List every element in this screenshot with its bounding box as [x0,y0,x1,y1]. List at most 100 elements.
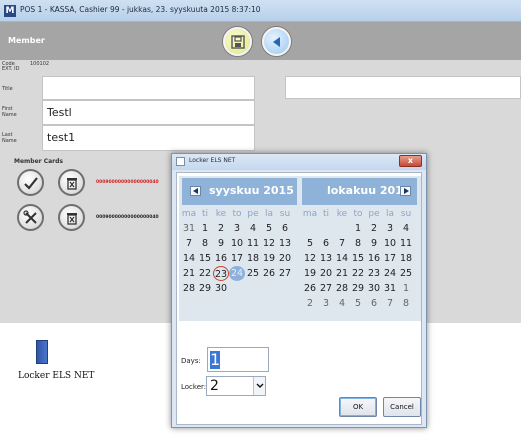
calendar-day[interactable]: 5 [261,221,277,236]
calendar-day[interactable]: 30 [366,281,382,296]
calendar-day[interactable]: 2 [302,296,318,311]
calendar-day[interactable]: 22 [350,266,366,281]
dialog-titlebar: Locker ELS NET x [172,154,426,170]
save-button[interactable] [223,27,252,56]
calendar-day[interactable]: 6 [366,296,382,311]
calendar-day[interactable]: 27 [277,266,293,281]
calendar-day[interactable]: 24 [229,266,245,281]
cancel-button[interactable]: Cancel [383,397,421,417]
calendar-day[interactable]: 8 [197,236,213,251]
weekday-left-su: su [279,209,291,219]
calendar-day[interactable]: 23 [213,266,229,281]
calendar-day[interactable]: 14 [181,251,197,266]
calendar-day[interactable]: 19 [261,251,277,266]
calendar-day[interactable]: 16 [213,251,229,266]
calendar-day[interactable]: 29 [197,281,213,296]
calendar-day[interactable]: 6 [318,236,334,251]
approve-card-button[interactable] [17,169,44,196]
last-name-field[interactable]: test1 [42,125,255,151]
calendar-day[interactable]: 4 [398,221,414,236]
locker-dialog: Locker ELS NET x syyskuu 2015 lokakuu 20… [171,153,427,428]
calendar-day[interactable]: 28 [334,281,350,296]
back-button[interactable] [262,27,291,56]
tools-card-button[interactable] [17,204,44,231]
calendar-day[interactable]: 10 [382,236,398,251]
calendar-day[interactable]: 2 [366,221,382,236]
first-name-field[interactable]: Testl [42,100,255,125]
trash-icon [67,213,77,225]
calendar-day[interactable]: 22 [197,266,213,281]
days-input-field[interactable] [207,347,269,372]
calendar-day[interactable]: 14 [334,251,350,266]
prev-month-button[interactable] [190,186,201,196]
calendar-day[interactable]: 26 [302,281,318,296]
calendar-day[interactable]: 7 [382,296,398,311]
book-icon[interactable] [36,340,48,364]
calendar-day[interactable]: 2 [213,221,229,236]
calendar-day[interactable]: 11 [398,236,414,251]
calendar-day[interactable]: 9 [366,236,382,251]
calendar-day[interactable]: 5 [350,296,366,311]
calendar-day[interactable]: 3 [318,296,334,311]
locker-item-label: Locker ELS NET [18,371,95,381]
calendar-day[interactable]: 21 [334,266,350,281]
calendar-day[interactable]: 30 [213,281,229,296]
calendar-day[interactable]: 24 [382,266,398,281]
calendar-day[interactable]: 1 [398,281,414,296]
extra-field[interactable] [285,76,521,99]
calendar-day[interactable]: 4 [334,296,350,311]
ok-button[interactable]: OK [339,397,377,417]
next-month-button[interactable] [400,186,411,196]
days-input[interactable] [208,348,268,371]
trash-icon [67,178,77,190]
weekday-right-la: la [385,209,394,219]
calendar-day[interactable]: 26 [261,266,277,281]
weekday-right-ke: ke [336,209,348,219]
calendar-day[interactable]: 6 [277,221,293,236]
calendar-day[interactable]: 18 [398,251,414,266]
delete-card-button-2[interactable] [58,204,85,231]
calendar-day[interactable]: 20 [318,266,334,281]
calendar-day[interactable]: 15 [197,251,213,266]
calendar-day[interactable]: 13 [318,251,334,266]
calendar-day[interactable]: 11 [245,236,261,251]
calendar-day[interactable]: 9 [213,236,229,251]
calendar-day[interactable]: 8 [398,296,414,311]
close-button[interactable]: x [399,155,422,167]
calendar-day[interactable]: 17 [382,251,398,266]
calendar-day[interactable]: 18 [245,251,261,266]
calendar-day[interactable]: 4 [245,221,261,236]
calendar-day[interactable]: 16 [366,251,382,266]
calendar-day[interactable]: 31 [382,281,398,296]
calendar-day[interactable]: 3 [382,221,398,236]
calendar-day[interactable]: 8 [350,236,366,251]
calendar-day[interactable]: 1 [350,221,366,236]
locker-label: Locker: [181,383,207,391]
calendar-day[interactable]: 12 [302,251,318,266]
calendar-day[interactable]: 27 [318,281,334,296]
calendar-day[interactable]: 13 [277,236,293,251]
calendar-day[interactable]: 19 [302,266,318,281]
locker-select[interactable]: 2 [206,376,266,396]
calendar-day[interactable]: 21 [181,266,197,281]
calendar-day[interactable]: 28 [181,281,197,296]
calendar-day[interactable]: 23 [366,266,382,281]
delete-card-button[interactable] [58,169,85,196]
calendar-day[interactable]: 31 [181,221,197,236]
calendar-day[interactable]: 1 [197,221,213,236]
dropdown-button[interactable] [253,377,265,395]
calendar-day[interactable]: 7 [181,236,197,251]
title-field[interactable] [42,76,255,100]
calendar-day[interactable]: 25 [398,266,414,281]
calendar-day[interactable]: 29 [350,281,366,296]
calendar-day[interactable]: 10 [229,236,245,251]
calendar-day[interactable]: 20 [277,251,293,266]
calendar-day[interactable]: 15 [350,251,366,266]
weekday-right-pe: pe [368,209,380,219]
calendar-day[interactable]: 25 [245,266,261,281]
calendar-day[interactable]: 17 [229,251,245,266]
calendar-day[interactable]: 7 [334,236,350,251]
calendar-day[interactable]: 12 [261,236,277,251]
calendar-day[interactable]: 5 [302,236,318,251]
calendar-day[interactable]: 3 [229,221,245,236]
